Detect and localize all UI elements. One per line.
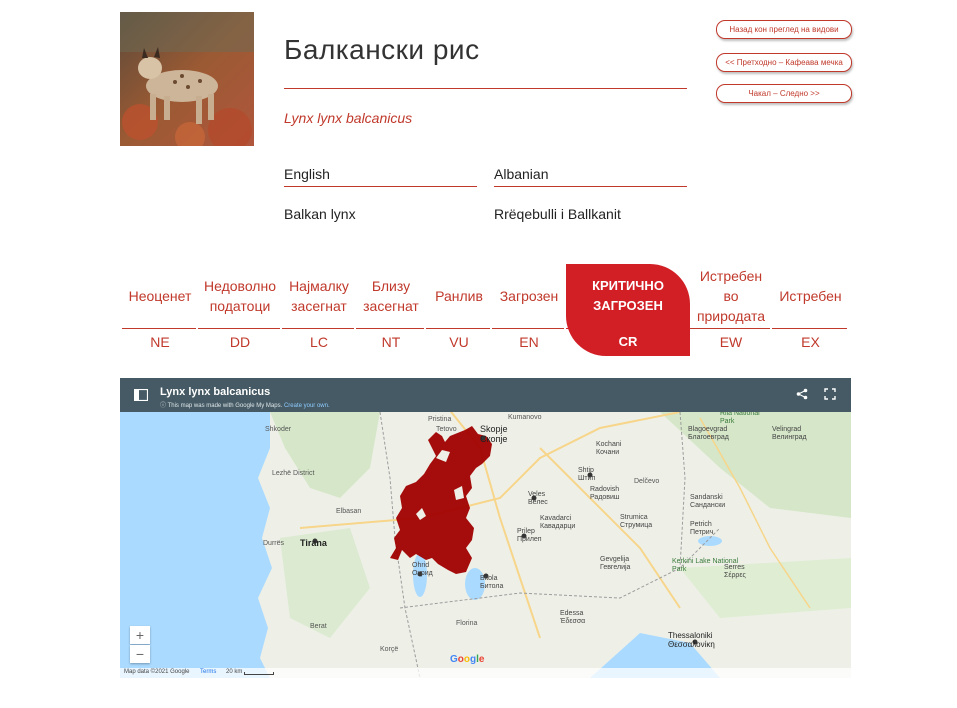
status-label: Најмалку засегнат bbox=[289, 278, 349, 314]
status-label: Неоценет bbox=[128, 288, 192, 304]
map-label: Strumica Струмица bbox=[620, 514, 653, 529]
status-code: NT bbox=[381, 334, 401, 350]
map-label: Velingrad Велинград bbox=[772, 426, 807, 441]
map-footer: Map data ©2021 Google Terms 20 km bbox=[120, 668, 851, 678]
map-scale-bar bbox=[244, 672, 274, 675]
status-label: Ранлив bbox=[435, 288, 483, 304]
status-ne: Неоценет NE bbox=[122, 264, 198, 356]
status-label: Недоволно податоци bbox=[204, 278, 276, 314]
page-title: Балкански рис bbox=[284, 34, 480, 65]
map-label: Lezhë District bbox=[272, 470, 315, 477]
map-label: Korçë bbox=[380, 646, 399, 653]
map-label: Ohrid Охрид bbox=[412, 562, 433, 577]
status-label: КРИТИЧНО ЗАГРОЗЕН bbox=[592, 278, 664, 313]
status-ew: Истребен во природата EW bbox=[690, 264, 772, 356]
map-label: Bitola Битола bbox=[480, 575, 504, 590]
status-nt: Близу засегнат NT bbox=[356, 264, 426, 356]
status-code: EN bbox=[519, 334, 539, 350]
map-label: Petrich Петрич bbox=[690, 521, 714, 536]
fullscreen-icon[interactable] bbox=[824, 387, 836, 405]
status-en: Загрозен EN bbox=[492, 264, 566, 356]
title-divider bbox=[284, 88, 687, 89]
status-label: Загрозен bbox=[499, 288, 559, 304]
status-label: Истребен bbox=[779, 288, 842, 304]
species-photo bbox=[120, 12, 254, 146]
conservation-status-scale: Неоценет NE Недоволно податоци DD Најмал… bbox=[122, 264, 849, 356]
common-name: Rrëqebulli i Ballkanit bbox=[494, 206, 621, 222]
info-icon: ⓘ bbox=[160, 403, 168, 409]
status-divider bbox=[198, 328, 280, 329]
map-label: Pristina bbox=[428, 416, 452, 423]
map-label: Sandanski Сандански bbox=[690, 494, 726, 509]
zoom-in-button[interactable]: + bbox=[130, 626, 150, 644]
map-title: Lynx lynx balcanicus bbox=[160, 386, 271, 398]
map-label: Kavadarci Кавадарци bbox=[540, 515, 576, 530]
map-header: Lynx lynx balcanicus ⓘ This map was made… bbox=[120, 378, 851, 412]
sidebar-toggle-icon[interactable] bbox=[133, 388, 149, 406]
map-label: Veles Велес bbox=[528, 491, 548, 506]
map-label: Rila National Park bbox=[720, 410, 760, 425]
map-label: Tetovo bbox=[436, 426, 457, 433]
scientific-name: Lynx lynx balcanicus bbox=[284, 110, 413, 126]
status-label: Истребен во природата bbox=[696, 268, 766, 324]
language-heading: English bbox=[284, 166, 477, 187]
status-divider bbox=[426, 328, 490, 329]
status-divider bbox=[282, 328, 354, 329]
next-species-button[interactable]: Чакал – Следно >> bbox=[716, 84, 852, 103]
status-code: LC bbox=[310, 334, 328, 350]
map-label: Kochani Кочани bbox=[596, 441, 622, 456]
map-label: Tirana bbox=[300, 538, 327, 548]
previous-species-button[interactable]: << Претходно – Кафеава мечка bbox=[716, 53, 852, 72]
map-label: Radovish Радовиш bbox=[590, 486, 620, 501]
status-lc: Најмалку засегнат LC bbox=[282, 264, 356, 356]
status-cr-active: КРИТИЧНО ЗАГРОЗЕН CR bbox=[566, 264, 690, 356]
map-subtitle: ⓘ This map was made with Google My Maps.… bbox=[160, 400, 330, 409]
map-scale-label: 20 km bbox=[226, 669, 243, 675]
status-code: EX bbox=[801, 334, 820, 350]
map-made-with: This map was made with Google My Maps. bbox=[167, 403, 283, 409]
status-divider bbox=[356, 328, 424, 329]
back-to-species-button[interactable]: Назад кон преглед на видови bbox=[716, 20, 852, 39]
share-icon[interactable] bbox=[796, 387, 808, 405]
map-label: Serres Σέρρες bbox=[724, 564, 746, 579]
status-code: CR bbox=[618, 334, 638, 349]
status-code: DD bbox=[229, 334, 251, 350]
language-column-english: English Balkan lynx bbox=[284, 166, 477, 222]
map-label: Blagoevgrad Благоевград bbox=[688, 426, 729, 441]
status-divider bbox=[122, 328, 196, 329]
create-map-link[interactable]: Create your own. bbox=[284, 403, 330, 409]
status-code: NE bbox=[150, 334, 170, 350]
embedded-range-map[interactable]: Shkoder Lezhë District Tirana Durrës Ber… bbox=[120, 378, 851, 678]
status-label: Близу засегнат bbox=[363, 278, 419, 314]
map-label: Edessa Έδεσσα bbox=[560, 610, 586, 625]
map-terms-link[interactable]: Terms bbox=[200, 669, 216, 675]
lynx-photo-image bbox=[120, 12, 254, 146]
language-column-albanian: Albanian Rrëqebulli i Ballkanit bbox=[494, 166, 687, 222]
map-label: Delčevo bbox=[634, 478, 660, 485]
status-vu: Ранлив VU bbox=[426, 264, 492, 356]
status-divider bbox=[566, 328, 688, 329]
map-label: Shkoder bbox=[265, 426, 292, 433]
zoom-out-button[interactable]: − bbox=[130, 645, 150, 663]
map-label: Durrës bbox=[263, 540, 285, 547]
google-logo: Google bbox=[450, 654, 485, 665]
map-data-credit: Map data ©2021 Google bbox=[124, 669, 190, 675]
map-label: Thessaloniki Θεσσαλονίκη bbox=[668, 631, 715, 649]
map-label: Berat bbox=[310, 623, 327, 630]
language-heading: Albanian bbox=[494, 166, 687, 187]
map-label: Skopje Скопје bbox=[480, 424, 508, 444]
map-label: Kumanovo bbox=[508, 414, 542, 421]
map-label: Shtip Штип bbox=[578, 467, 596, 482]
map-label: Gevgelija Гевгелија bbox=[600, 556, 631, 571]
status-divider bbox=[690, 328, 770, 329]
map-label: Elbasan bbox=[336, 508, 362, 515]
status-divider bbox=[772, 328, 847, 329]
common-name: Balkan lynx bbox=[284, 206, 356, 222]
status-ex: Истребен EX bbox=[772, 264, 849, 356]
map-label: Florina bbox=[456, 620, 478, 627]
status-code: EW bbox=[719, 334, 743, 350]
status-divider bbox=[492, 328, 564, 329]
status-code: VU bbox=[449, 334, 469, 350]
status-dd: Недоволно податоци DD bbox=[198, 264, 282, 356]
